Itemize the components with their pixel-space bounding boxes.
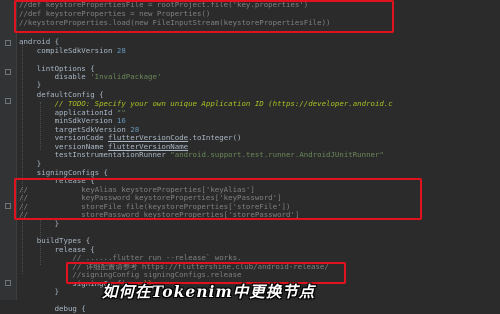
code-editor[interactable]: //def keystorePropertiesFile = rootProje…: [0, 0, 500, 313]
code-line: }: [19, 287, 60, 296]
code-line: defaultConfig {: [19, 90, 104, 99]
caption-text: 如何在Tokenim中更换节点: [102, 282, 316, 301]
highlight-box-keystore-defs: [14, 0, 394, 33]
code-line: compileSdkVersion 28: [19, 45, 126, 55]
highlight-box-signing-configs: [14, 178, 422, 220]
code-line: testInstrumentationRunner "android.suppo…: [19, 150, 384, 159]
code-line: }: [19, 80, 42, 89]
code-line: debug {: [19, 304, 86, 313]
